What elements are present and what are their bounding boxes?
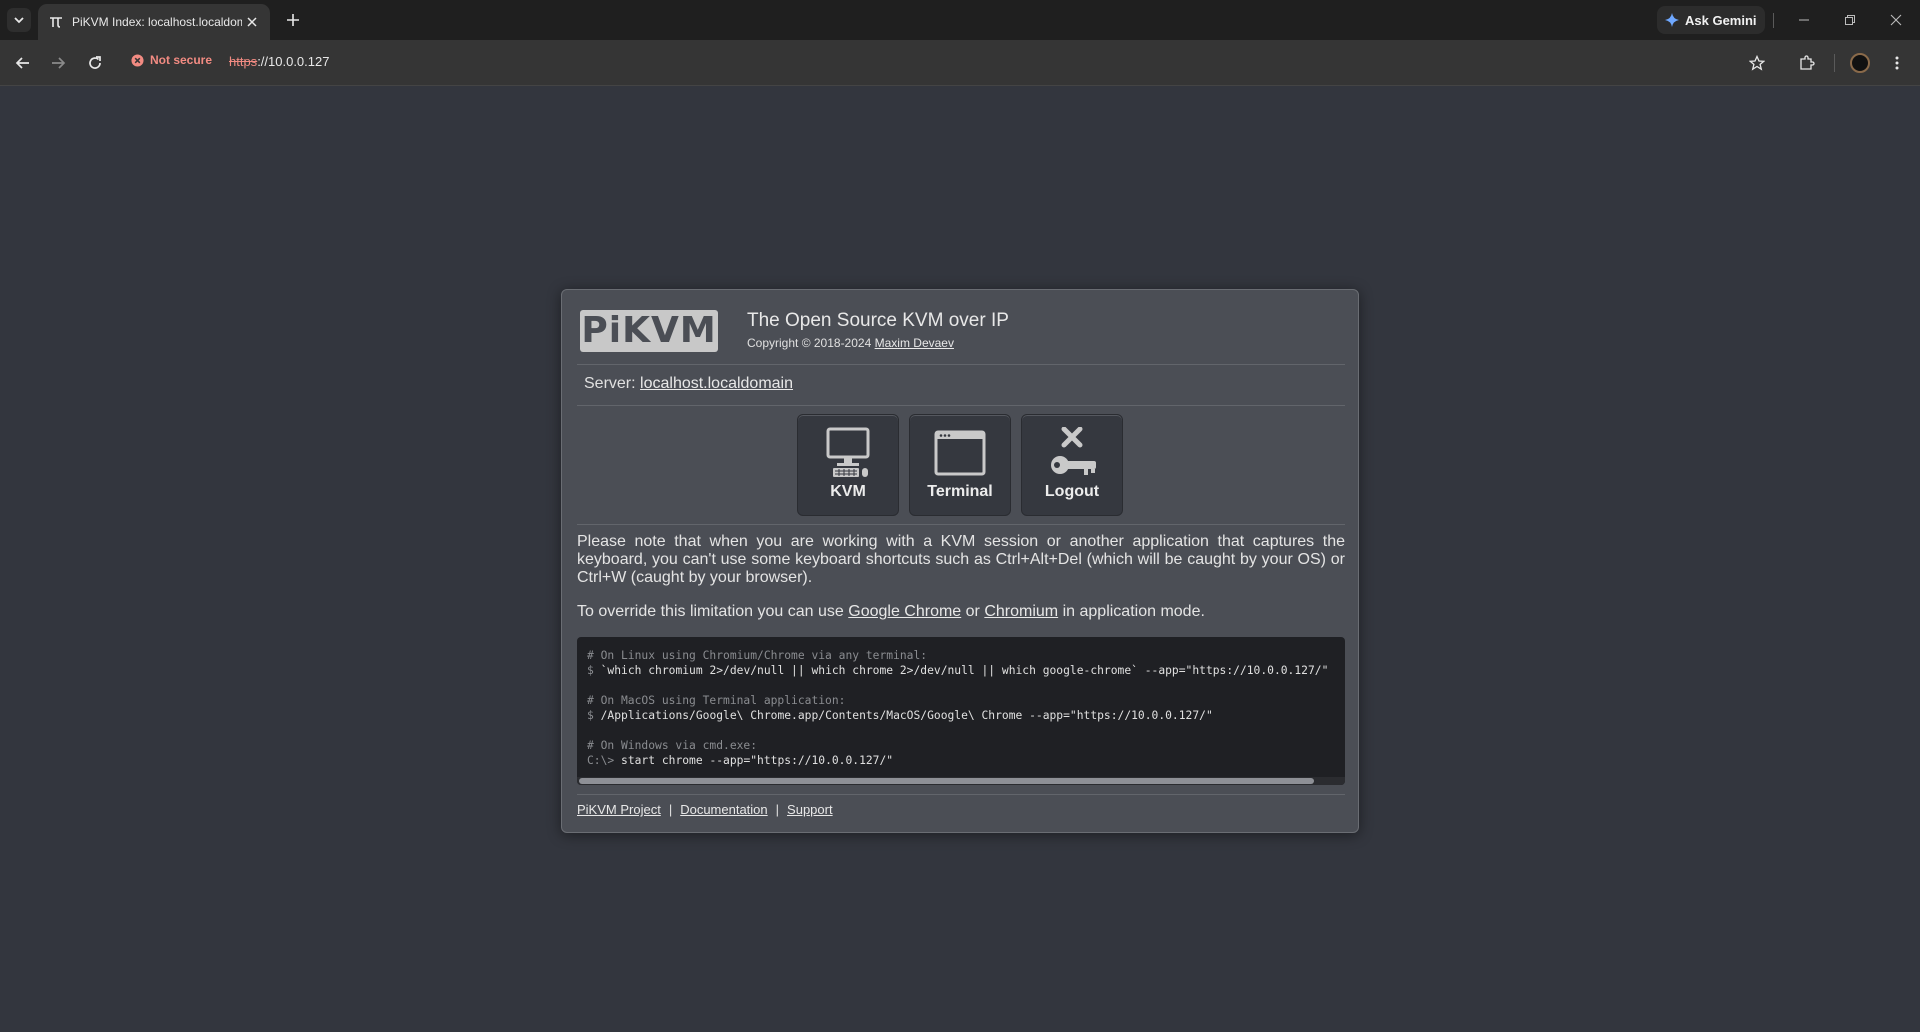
server-link[interactable]: localhost.localdomain <box>640 375 793 392</box>
code-prompt: $ <box>587 709 594 722</box>
restore-button[interactable] <box>1836 8 1864 32</box>
code-comment-linux: # On Linux using Chromium/Chrome via any… <box>587 649 928 662</box>
code-command-linux: `which chromium 2>/dev/null || which chr… <box>600 664 1329 677</box>
menu-button[interactable] <box>1885 51 1909 75</box>
reload-button[interactable] <box>83 51 107 75</box>
browser-toolbar: Not secure https://10.0.0.127 <box>0 40 1920 86</box>
address-bar[interactable]: https://10.0.0.127 <box>229 54 329 69</box>
logout-key-icon <box>1044 427 1100 479</box>
author-link[interactable]: Maxim Devaev <box>875 336 954 350</box>
chevron-down-icon <box>14 17 24 24</box>
logout-app-button[interactable]: Logout <box>1021 414 1123 516</box>
minimize-button[interactable] <box>1790 8 1818 32</box>
not-secure-label: Not secure <box>150 53 213 67</box>
code-text: # On Linux using Chromium/Chrome via any… <box>587 648 1328 768</box>
plus-icon <box>287 14 299 26</box>
close-window-button[interactable] <box>1882 8 1910 32</box>
tab-title: PiKVM Index: localhost.localdomain <box>72 15 242 29</box>
arrow-right-icon <box>52 57 66 69</box>
terminal-app-button[interactable]: Terminal <box>909 414 1011 516</box>
terminal-label: Terminal <box>927 483 993 500</box>
monitor-keyboard-icon <box>820 427 876 479</box>
extensions-button[interactable] <box>1795 51 1819 75</box>
code-command-macos: /Applications/Google\ Chrome.app/Content… <box>600 709 1213 722</box>
warning-icon <box>131 53 144 67</box>
arrow-left-icon <box>15 57 29 69</box>
logo-text: PiKVM <box>581 310 717 351</box>
kvm-label: KVM <box>830 483 866 500</box>
avatar <box>1850 53 1870 73</box>
ask-gemini-label: Ask Gemini <box>1685 12 1757 28</box>
documentation-link[interactable]: Documentation <box>680 802 767 817</box>
pikvm-favicon-icon <box>48 14 64 30</box>
back-button[interactable] <box>11 51 35 75</box>
code-comment-macos: # On MacOS using Terminal application: <box>587 694 846 707</box>
footer-links: PiKVM Project | Documentation | Support <box>577 802 833 817</box>
support-link[interactable]: Support <box>787 802 833 817</box>
divider <box>1773 13 1774 28</box>
server-info: Server: localhost.localdomain <box>584 375 793 393</box>
bookmark-button[interactable] <box>1745 51 1769 75</box>
code-scrollbar[interactable] <box>577 777 1345 785</box>
close-icon <box>1890 14 1902 26</box>
kvm-app-button[interactable]: KVM <box>797 414 899 516</box>
profile-button[interactable] <box>1848 51 1872 75</box>
reload-icon <box>89 56 101 69</box>
copyright-text: Copyright © 2018-2024 <box>747 336 872 350</box>
puzzle-icon <box>1800 55 1815 70</box>
terminal-window-icon <box>932 427 988 479</box>
override-or: or <box>965 603 980 620</box>
override-note: To override this limitation you can use … <box>577 603 1205 621</box>
code-prompt: C:\> <box>587 754 615 767</box>
server-label: Server: <box>584 375 636 392</box>
pikvm-project-link[interactable]: PiKVM Project <box>577 802 661 817</box>
url-host: ://10.0.0.127 <box>257 54 330 69</box>
forward-button[interactable] <box>46 51 70 75</box>
divider <box>577 794 1345 795</box>
google-chrome-link[interactable]: Google Chrome <box>848 603 961 620</box>
footer-separator: | <box>775 802 780 817</box>
footer-separator: | <box>668 802 673 817</box>
copyright: Copyright © 2018-2024 Maxim Devaev <box>747 336 954 350</box>
pikvm-logo: PiKVM <box>580 310 718 352</box>
star-icon <box>1749 55 1765 71</box>
tab-search-button[interactable] <box>7 8 31 32</box>
app-buttons: KVM Terminal Logout <box>797 414 1123 516</box>
divider <box>577 364 1345 365</box>
site-security-chip[interactable]: Not secure <box>131 53 212 67</box>
ask-gemini-button[interactable]: Ask Gemini <box>1657 6 1765 34</box>
code-prompt: $ <box>587 664 594 677</box>
pikvm-index-card: PiKVM The Open Source KVM over IP Copyri… <box>561 289 1359 833</box>
override-text: To override this limitation you can use <box>577 603 844 620</box>
command-code-block[interactable]: # On Linux using Chromium/Chrome via any… <box>577 637 1345 785</box>
chromium-link[interactable]: Chromium <box>984 603 1058 620</box>
keyboard-note: Please note that when you are working wi… <box>577 533 1345 586</box>
logout-label: Logout <box>1044 483 1100 500</box>
new-tab-button[interactable] <box>282 9 304 31</box>
restore-icon <box>1845 15 1855 25</box>
code-command-windows: start chrome --app="https://10.0.0.127/" <box>621 754 894 767</box>
url-scheme: https <box>229 54 258 69</box>
override-suffix: in application mode. <box>1062 603 1205 620</box>
divider <box>577 524 1345 525</box>
divider <box>1834 54 1835 72</box>
page-title: The Open Source KVM over IP <box>747 310 1009 331</box>
code-comment-windows: # On Windows via cmd.exe: <box>587 739 758 752</box>
minimize-icon <box>1799 19 1809 21</box>
more-vertical-icon <box>1895 56 1899 70</box>
browser-tabstrip: PiKVM Index: localhost.localdomain Ask G… <box>0 0 1920 40</box>
close-icon[interactable] <box>244 14 260 30</box>
browser-tab-active[interactable]: PiKVM Index: localhost.localdomain <box>38 4 270 40</box>
gemini-sparkle-icon <box>1665 13 1679 27</box>
divider <box>577 405 1345 406</box>
scrollbar-thumb[interactable] <box>579 778 1314 784</box>
